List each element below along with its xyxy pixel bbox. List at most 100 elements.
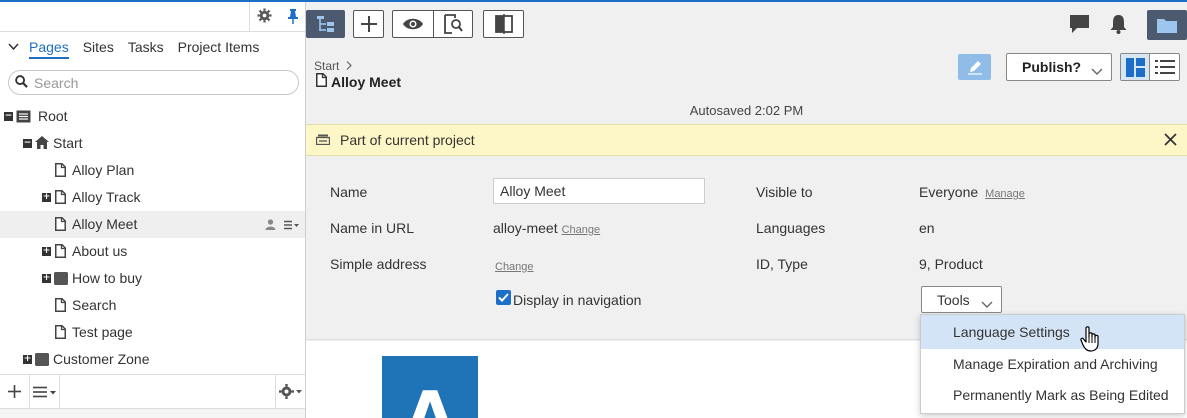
languages-label: Languages	[756, 220, 826, 236]
comments-icon[interactable]	[1069, 14, 1090, 37]
page-icon	[55, 244, 66, 261]
alloy-logo: A	[382, 356, 478, 418]
search-input[interactable]	[34, 74, 274, 91]
folder-icon	[1157, 19, 1177, 33]
tab-tasks[interactable]: Tasks	[128, 39, 164, 55]
horizontal-scrollbar[interactable]	[0, 408, 305, 418]
user-icon	[265, 217, 276, 233]
project-notice: Part of current project	[306, 124, 1187, 156]
id-type-label: ID, Type	[756, 256, 808, 272]
chevron-down-icon	[981, 296, 993, 312]
compare-button[interactable]	[483, 10, 524, 38]
tab-sites[interactable]: Sites	[83, 39, 114, 55]
menu-item-mark-as-being-edited[interactable]: Permanently Mark as Being Edited	[921, 378, 1184, 411]
add-page-button[interactable]	[0, 374, 30, 409]
layout-icon	[1125, 57, 1145, 77]
tree-node-label: Alloy Track	[72, 189, 141, 205]
menu-item-manage-expiration[interactable]: Manage Expiration and Archiving	[921, 349, 1184, 378]
search-box	[8, 70, 299, 95]
collapse-icon[interactable]: −	[23, 139, 32, 148]
view-mode-toggle	[1120, 53, 1180, 81]
list-icon	[1154, 60, 1175, 74]
url-change-link[interactable]: Change	[562, 224, 601, 236]
tree-node-customer-zone[interactable]: + Customer Zone	[0, 346, 305, 373]
tree-node-alloy-meet[interactable]: Alloy Meet	[0, 211, 305, 238]
tree-node-about-us[interactable]: + About us	[0, 238, 305, 265]
autosave-status: Autosaved 2:02 PM	[689, 103, 804, 118]
settings-gear-icon[interactable]	[257, 8, 272, 26]
tree-node-alloy-track[interactable]: + Alloy Track	[0, 184, 305, 211]
pencil-icon	[967, 61, 982, 75]
all-properties-view-button[interactable]	[1150, 54, 1179, 80]
simple-address-change-link[interactable]: Change	[495, 261, 534, 273]
collapse-icon[interactable]: −	[4, 112, 13, 121]
tree-node-label: Start	[53, 135, 83, 151]
assets-pane-button[interactable]	[1147, 10, 1187, 40]
gear-icon	[278, 384, 302, 399]
pane-header	[0, 2, 305, 32]
preview-button[interactable]	[392, 10, 434, 38]
page-icon	[55, 163, 66, 180]
id-type-value: 9, Product	[919, 256, 983, 272]
languages-value: en	[919, 220, 935, 236]
toggle-navigation-pane-button[interactable]	[306, 10, 345, 38]
tab-pages[interactable]: Pages	[29, 39, 69, 59]
expand-icon[interactable]: +	[42, 193, 51, 202]
on-page-edit-view-button[interactable]	[1121, 54, 1150, 80]
name-field[interactable]	[493, 178, 705, 204]
simple-address-label: Simple address	[330, 256, 427, 272]
chevron-down-icon[interactable]	[8, 40, 22, 54]
visible-to-value: Everyone	[919, 184, 979, 200]
expand-icon[interactable]: +	[23, 355, 32, 364]
context-menu-icon[interactable]	[284, 217, 299, 233]
name-label: Name	[330, 184, 368, 200]
compare-icon	[494, 14, 513, 34]
list-menu-button[interactable]	[30, 374, 60, 409]
chevron-down-icon	[1091, 63, 1103, 79]
page-icon	[55, 325, 66, 342]
url-value: alloy-meet	[493, 220, 558, 236]
page-icon	[316, 73, 327, 90]
chevron-right-icon	[346, 59, 352, 73]
eye-icon	[403, 18, 423, 30]
breadcrumb-item[interactable]: Start	[314, 59, 339, 73]
tab-project-items[interactable]: Project Items	[178, 39, 260, 55]
page-tree: − Root − Start Alloy Plan + Alloy Track …	[0, 103, 305, 373]
tree-node-search[interactable]: Search	[0, 292, 305, 319]
pane-settings-button[interactable]	[275, 374, 305, 409]
hand-pointer-icon	[1080, 326, 1100, 355]
tools-dropdown-button[interactable]: Tools	[921, 286, 1002, 313]
manage-access-link[interactable]: Manage	[985, 188, 1025, 200]
publish-button[interactable]: Publish?	[1006, 53, 1112, 81]
view-settings-button[interactable]	[433, 10, 473, 38]
project-notice-text: Part of current project	[340, 132, 475, 148]
menu-item-language-settings[interactable]: Language Settings	[921, 315, 1184, 349]
tree-node-label: Alloy Meet	[72, 216, 138, 232]
expand-icon[interactable]: +	[42, 274, 51, 283]
close-icon[interactable]	[1164, 133, 1177, 149]
tree-node-alloy-plan[interactable]: Alloy Plan	[0, 157, 305, 184]
global-toolbar	[306, 2, 1187, 46]
pin-icon[interactable]	[287, 8, 299, 27]
tools-menu: Language Settings Manage Expiration and …	[920, 314, 1185, 414]
notifications-bell-icon[interactable]	[1110, 14, 1127, 37]
display-in-navigation-checkbox[interactable]	[496, 290, 511, 305]
pane-tabs: Pages Sites Tasks Project Items	[0, 32, 305, 62]
expand-icon[interactable]: +	[42, 247, 51, 256]
tree-node-test-page[interactable]: Test page	[0, 319, 305, 346]
tree-node-start[interactable]: − Start	[0, 130, 305, 157]
tree-node-how-to-buy[interactable]: + How to buy	[0, 265, 305, 292]
search-icon	[15, 74, 28, 91]
folder-icon	[54, 272, 68, 288]
edit-button[interactable]	[958, 54, 991, 80]
simple-address-value: Change	[491, 257, 534, 273]
tree-node-root[interactable]: − Root	[0, 103, 305, 130]
plus-icon	[360, 16, 377, 32]
add-content-button[interactable]	[353, 10, 384, 38]
page-tree-icon	[316, 16, 334, 32]
pane-tools	[249, 2, 306, 32]
tree-node-label: Alloy Plan	[72, 162, 135, 178]
node-tools	[265, 217, 299, 233]
display-in-navigation-label[interactable]: Display in navigation	[513, 292, 641, 308]
list-menu-icon	[32, 386, 56, 397]
